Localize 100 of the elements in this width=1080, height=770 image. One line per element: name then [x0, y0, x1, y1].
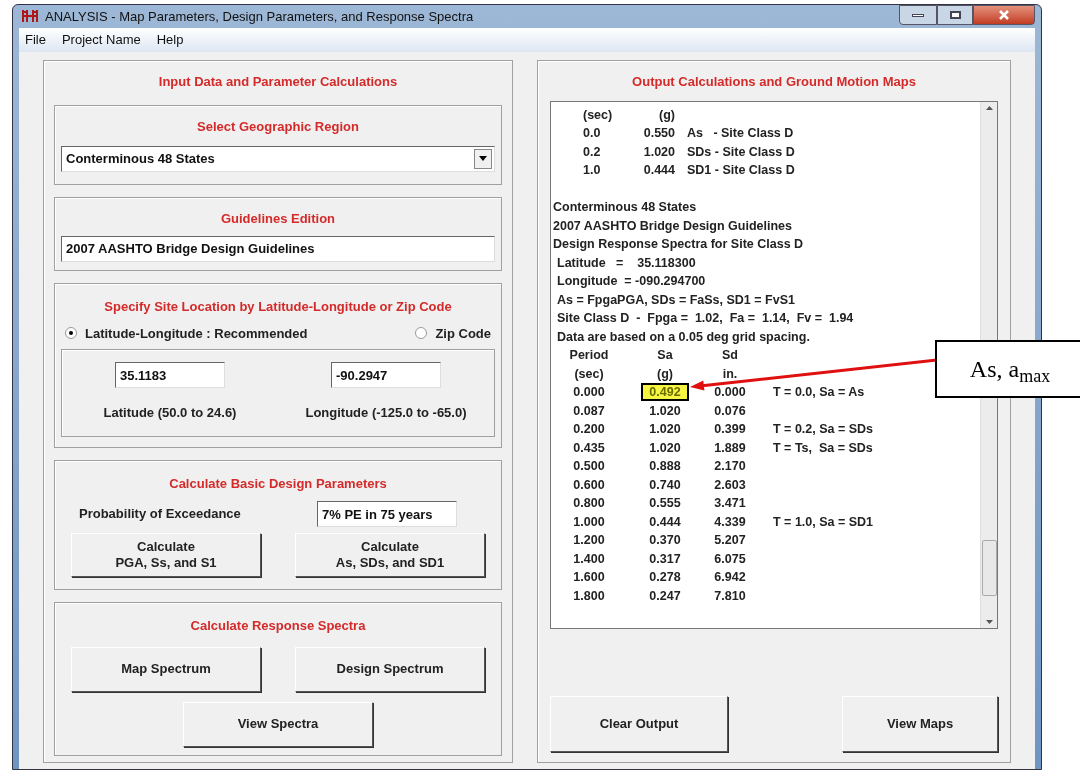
output-cell: 0.555	[649, 496, 681, 510]
output-cell: 2.170	[714, 459, 746, 473]
output-cell: 0.278	[649, 570, 681, 584]
calculate-button[interactable]: Calculate As, SDs, and SD1	[295, 533, 485, 577]
output-cell: 0.087	[573, 403, 605, 418]
group-title: Select Geographic Region	[197, 118, 359, 134]
output-cell: 7.810	[714, 588, 746, 603]
menu-item[interactable]: Help	[156, 29, 184, 50]
maximize-button[interactable]	[937, 5, 973, 25]
coordinate-field[interactable]: -90.2947	[331, 362, 441, 388]
output-cell: (g)	[657, 366, 673, 381]
output-cell: As - Site Class D	[687, 126, 794, 140]
clear-output-button[interactable]: Clear Output	[550, 696, 728, 752]
output-cell: 0.2	[583, 144, 601, 159]
output-cell: 1.600	[573, 570, 605, 584]
output-cell: 2.603	[714, 477, 746, 492]
radio-option[interactable]: Latitude-Longitude : Recommended	[65, 323, 308, 343]
output-cell: T = 0.0, Sa = As	[773, 385, 865, 399]
output-cell: 0.888	[649, 459, 681, 473]
output-line: Latitude = 35.118300	[557, 255, 696, 270]
output-cell: 0.247	[649, 588, 681, 603]
group-title: Calculate Response Spectra	[190, 618, 366, 633]
group-title: Guidelines Edition	[220, 210, 336, 226]
output-cell: 1.400	[573, 551, 605, 566]
output-cell: 0.444	[643, 163, 675, 177]
probability-field[interactable]: 7% PE in 75 years	[317, 501, 457, 527]
output-line: As = FpgaPGA, SDs = FaSs, SD1 = FvS1	[557, 292, 795, 307]
panel-title: Input Data and Parameter Calculations	[158, 73, 398, 89]
output-cell: (g)	[659, 107, 675, 122]
view-maps-button[interactable]: View Maps	[842, 696, 998, 752]
output-cell: 0.550	[643, 126, 675, 140]
callout: As, a$_{max}$	[935, 340, 1080, 398]
output-cell: 0.399	[714, 422, 746, 436]
output-cell: 5.207	[714, 533, 746, 547]
scroll-down-icon	[985, 619, 993, 624]
output-cell: T = 1.0, Sa = SD1	[773, 514, 874, 529]
caret-icon	[479, 156, 487, 161]
output-cell: 1.0	[583, 163, 601, 177]
panel-title: Output Calculations and Ground Motion Maps	[632, 73, 916, 89]
edition-field[interactable]: 2007 AASHTO Bridge Design Guidelines	[61, 235, 495, 262]
output-cell: 1.020	[649, 422, 681, 436]
close-icon	[998, 10, 1010, 20]
output-cell: Sa	[657, 348, 673, 362]
output-cell: in.	[722, 366, 738, 381]
output-cell: 0.0	[583, 126, 601, 140]
scroll-thumb[interactable]	[981, 539, 997, 596]
coordinate-field[interactable]: 35.1183	[115, 362, 225, 388]
output-cell: T = Ts, Sa = SDs	[773, 440, 873, 455]
minimize-button[interactable]	[899, 5, 937, 25]
output-line: Design Response Spectra for Site Class D	[553, 237, 804, 251]
app-icon	[21, 9, 39, 24]
output-cell: 1.800	[573, 588, 605, 603]
output-cell: 0.200	[573, 422, 605, 436]
region-dropdown[interactable]: Conterminous 48 States	[61, 145, 495, 172]
spectrum-button[interactable]: Design Spectrum	[295, 647, 485, 692]
output-cell: Sd	[722, 348, 738, 362]
field-label: Latitude (50.0 to 24.6)	[103, 405, 237, 420]
output-cell: 0.800	[573, 496, 605, 510]
output-line: 2007 AASHTO Bridge Design Guidelines	[553, 218, 792, 233]
menu-item[interactable]: Project Name	[61, 29, 141, 50]
output-cell: 0.492	[641, 383, 689, 401]
radio-option[interactable]: Zip Code	[415, 323, 491, 343]
output-cell: 0.444	[649, 514, 681, 529]
window-title: ANALYSIS - Map Parameters, Design Parameters, and Response Spectra	[45, 7, 474, 26]
output-cell: 0.435	[573, 440, 605, 455]
output-cell: Period	[569, 348, 609, 362]
output-cell: 1.889	[714, 440, 746, 455]
scroll-up-icon	[985, 105, 993, 110]
output-cell: 1.020	[649, 440, 681, 455]
output-cell: 1.200	[573, 533, 605, 547]
spectrum-button[interactable]: Map Spectrum	[71, 647, 261, 692]
output-cell: SD1 - Site Class D	[687, 163, 795, 177]
output-cell: 0.000	[573, 385, 605, 399]
view-spectra-button[interactable]: View Spectra	[183, 702, 373, 747]
output-cell: T = 0.2, Sa = SDs	[773, 422, 874, 436]
calculate-button[interactable]: Calculate PGA, Ss, and S1	[71, 533, 261, 577]
output-line: Conterminous 48 States	[553, 200, 697, 214]
output-cell: 1.020	[643, 144, 675, 159]
output-line: Longitude = -090.294700	[557, 274, 706, 288]
output-cell: SDs - Site Class D	[687, 144, 795, 159]
output-cell: 1.020	[649, 403, 681, 418]
output-cell: 1.000	[573, 514, 605, 529]
output-cell: 0.076	[714, 403, 746, 418]
menu-item[interactable]: File	[25, 29, 46, 50]
output-cell: 0.740	[649, 477, 681, 492]
output-line: Data are based on a 0.05 deg grid spacing.	[557, 329, 810, 344]
output-cell: 6.075	[714, 551, 746, 566]
output-cell: 6.942	[714, 570, 746, 584]
output-cell: 4.339	[714, 514, 746, 529]
group-title: Specify Site Location by Latitude-Longitude or Zip Code	[104, 298, 452, 314]
field-label: Longitude (-125.0 to -65.0)	[305, 405, 467, 420]
output-cell: (sec)	[574, 366, 604, 381]
group-title: Calculate Basic Design Parameters	[169, 476, 387, 491]
output-line: Site Class D - Fpga = 1.02, Fa = 1.14, Fv = 1.94	[557, 311, 854, 325]
output-cell: 3.471	[714, 496, 746, 510]
output-cell: 0.370	[649, 533, 681, 547]
output-cell: 0.000	[714, 385, 746, 399]
close-button[interactable]	[973, 5, 1035, 25]
output-cell: 0.600	[573, 477, 605, 492]
output-cell: (sec)	[583, 107, 613, 122]
